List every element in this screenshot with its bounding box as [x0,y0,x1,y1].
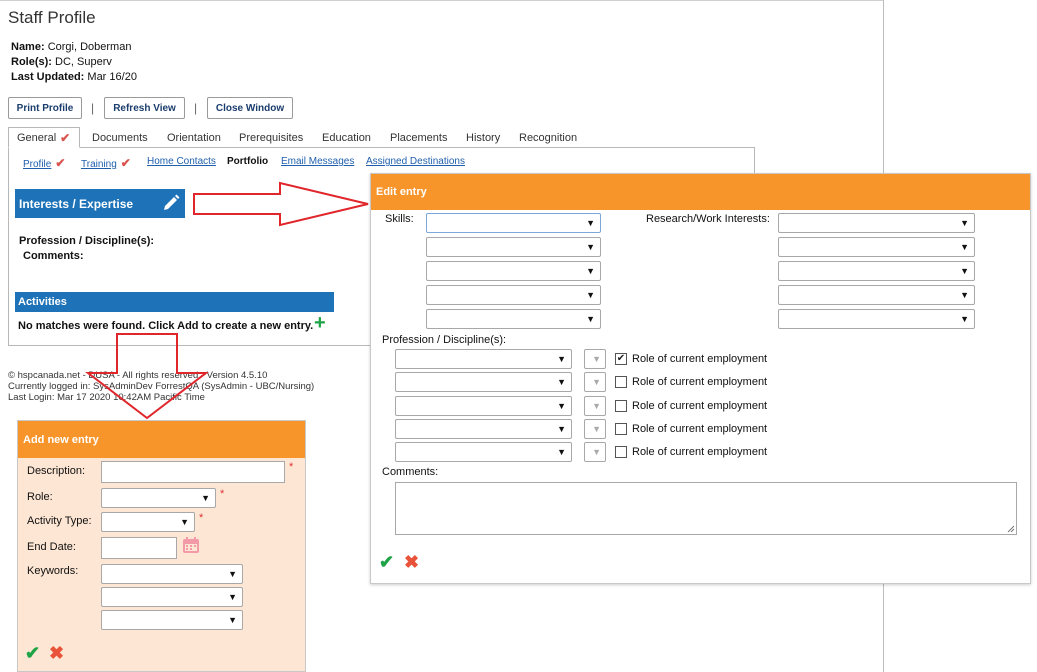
research-label: Research/Work Interests: [646,213,770,225]
tab-label: General [17,131,57,144]
caret-icon: ▼ [201,493,210,503]
research-select-5[interactable]: ▼ [778,309,975,329]
required-marker: * [289,461,294,473]
caret-icon: ▼ [592,447,601,457]
caret-icon: ▼ [557,401,566,411]
add-entry-dialog: Add new entry Description: * Role: ▼ * A… [17,420,306,672]
comments-textarea[interactable] [395,482,1017,535]
profession-select-5[interactable]: ▼ [395,442,572,462]
role-checkbox-3[interactable] [615,400,627,412]
resize-handle-icon[interactable] [1007,525,1015,533]
role-checkbox-1[interactable]: ✔ [615,353,627,365]
role-label: Role: [27,491,53,503]
role-checkbox-4[interactable] [615,423,627,435]
discipline-select-3[interactable]: ▼ [584,396,606,416]
role-label-4: Role of current employment [632,423,768,435]
role-label-1: Role of current employment [632,353,768,365]
arrow-right [193,181,369,227]
required-marker: * [220,488,225,500]
discipline-select-1[interactable]: ▼ [584,349,606,369]
caret-icon: ▼ [960,290,969,300]
save-check-icon[interactable]: ✔ [25,643,40,664]
caret-icon: ▼ [586,266,595,276]
skills-select-3[interactable]: ▼ [426,261,601,281]
caret-icon: ▼ [586,314,595,324]
profession-label: Profession / Discipline(s): [382,334,507,346]
caret-icon: ▼ [228,592,237,602]
caret-icon: ▼ [557,424,566,434]
save-check-icon[interactable]: ✔ [379,552,394,573]
skills-select-5[interactable]: ▼ [426,309,601,329]
caret-icon: ▼ [960,218,969,228]
caret-icon: ▼ [228,569,237,579]
arrow-down [85,333,209,420]
caret-icon: ▼ [557,354,566,364]
role-checkbox-5[interactable] [615,446,627,458]
caret-icon: ▼ [592,354,601,364]
cancel-x-icon[interactable]: ✖ [404,552,419,573]
description-input[interactable] [101,461,285,483]
caret-icon: ▼ [592,401,601,411]
keywords-select-2[interactable]: ▼ [101,587,243,607]
discipline-select-2[interactable]: ▼ [584,372,606,392]
role-label-5: Role of current employment [632,446,768,458]
role-label-2: Role of current employment [632,376,768,388]
skills-select-4[interactable]: ▼ [426,285,601,305]
description-label: Description: [27,465,86,477]
role-select[interactable]: ▼ [101,488,216,508]
skills-label: Skills: [385,213,414,225]
caret-icon: ▼ [960,242,969,252]
edit-entry-dialog: Edit entry Skills: Research/Work Interes… [370,173,1031,584]
comments-label: Comments: [382,466,439,478]
caret-icon: ▼ [592,424,601,434]
research-select-4[interactable]: ▼ [778,285,975,305]
research-select-1[interactable]: ▼ [778,213,975,233]
calendar-icon[interactable] [182,536,200,557]
caret-icon: ▼ [228,615,237,625]
keywords-select-3[interactable]: ▼ [101,610,243,630]
skills-select-1[interactable]: ▼ [426,213,601,233]
role-label-3: Role of current employment [632,400,768,412]
caret-icon: ▼ [960,266,969,276]
research-select-3[interactable]: ▼ [778,261,975,281]
keywords-label: Keywords: [27,565,79,577]
profession-select-4[interactable]: ▼ [395,419,572,439]
caret-icon: ▼ [586,242,595,252]
discipline-select-4[interactable]: ▼ [584,419,606,439]
activity-type-label: Activity Type: [27,515,92,527]
tab-general[interactable]: General ✔ [8,127,80,148]
end-date-label: End Date: [27,541,76,553]
keywords-select-1[interactable]: ▼ [101,564,243,584]
required-marker: * [199,512,204,524]
caret-icon: ▼ [557,377,566,387]
profession-select-3[interactable]: ▼ [395,396,572,416]
discipline-select-5[interactable]: ▼ [584,442,606,462]
skills-select-2[interactable]: ▼ [426,237,601,257]
profession-select-1[interactable]: ▼ [395,349,572,369]
checkmark-icon: ✔ [616,353,626,364]
cancel-x-icon[interactable]: ✖ [49,643,64,664]
caret-icon: ▼ [180,517,189,527]
caret-icon: ▼ [586,218,595,228]
add-entry-title: Add new entry [18,421,305,458]
caret-icon: ▼ [592,377,601,387]
caret-icon: ▼ [586,290,595,300]
research-select-2[interactable]: ▼ [778,237,975,257]
caret-icon: ▼ [960,314,969,324]
checkmark-icon: ✔ [60,130,71,145]
edit-entry-title: Edit entry [371,174,1030,210]
end-date-input[interactable] [101,537,177,559]
role-checkbox-2[interactable] [615,376,627,388]
activity-type-select[interactable]: ▼ [101,512,195,532]
profession-select-2[interactable]: ▼ [395,372,572,392]
caret-icon: ▼ [557,447,566,457]
